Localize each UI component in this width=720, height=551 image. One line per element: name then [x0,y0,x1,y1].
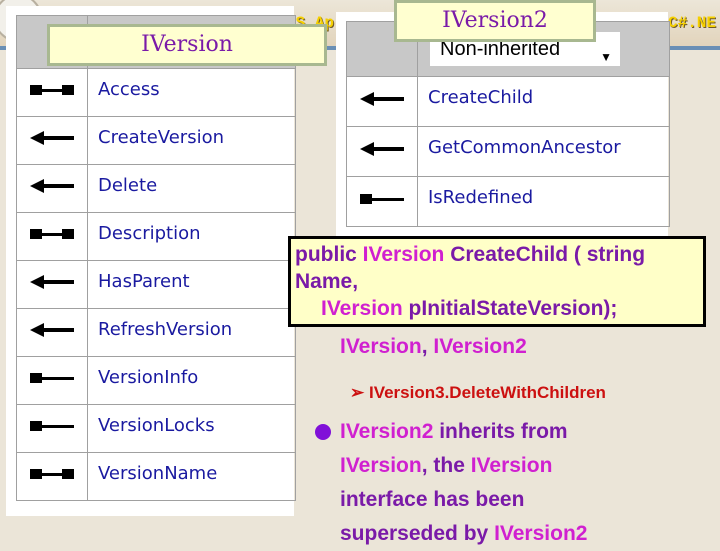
iversion2-label: IVersion2 [394,0,596,42]
member-name[interactable]: GetCommonAncestor [417,126,670,177]
readonly-property-icon [30,420,74,437]
members-table: Access CreateVersion Delete Description HasP… [16,15,296,501]
member-name[interactable]: CreateVersion [87,116,296,165]
member-name[interactable]: HasParent [87,260,296,309]
member-row[interactable]: IsRedefined [346,176,670,227]
member-row[interactable]: Access [16,68,296,117]
chevron-down-icon: ▼ [600,50,612,64]
member-name[interactable]: VersionLocks [87,404,296,453]
member-name[interactable]: VersionName [87,452,296,501]
bullet-dot-icon [315,424,331,440]
readonly-property-icon [360,193,404,210]
member-row[interactable]: GetCommonAncestor [346,126,670,177]
member-row[interactable]: CreateChild [346,76,670,127]
readonly-property-icon [30,372,74,389]
property-icon [30,468,74,485]
member-name[interactable]: CreateChild [417,76,670,127]
member-row[interactable]: VersionInfo [16,356,296,405]
bullet-text: IVersion2 inherits from IVersion, the IV… [340,420,588,545]
method-icon [30,179,74,197]
property-icon [30,228,74,245]
member-row[interactable]: VersionName [16,452,296,501]
sub-bullet: ➢ IVersion3.DeleteWithChildren [350,383,606,402]
member-row[interactable]: Description [16,212,296,261]
method-icon [30,275,74,293]
method-icon [30,131,74,149]
member-row[interactable]: RefreshVersion [16,308,296,357]
member-row[interactable]: HasParent [16,260,296,309]
member-name[interactable]: Access [87,68,296,117]
member-name[interactable]: RefreshVersion [87,308,296,357]
member-row[interactable]: CreateVersion [16,116,296,165]
member-row[interactable]: VersionLocks [16,404,296,453]
slide-title-fragment: C#.NE [668,14,717,32]
iversion-members-panel: Access CreateVersion Delete Description HasP… [6,6,296,516]
property-icon [30,84,74,101]
member-row[interactable]: Delete [16,164,296,213]
signature-tooltip: public IVersion CreateChild ( string Nam… [288,236,706,327]
iversion-label: IVersion [47,24,327,66]
member-name[interactable]: Delete [87,164,296,213]
member-name[interactable]: IsRedefined [417,176,670,227]
method-icon [360,92,404,110]
method-icon [360,142,404,160]
member-name[interactable]: Description [87,212,296,261]
method-icon [30,323,74,341]
arrow-bullet-icon: ➢ [350,383,369,402]
member-name[interactable]: VersionInfo [87,356,296,405]
bullet-text: IVersion, IVersion2 [340,335,527,358]
